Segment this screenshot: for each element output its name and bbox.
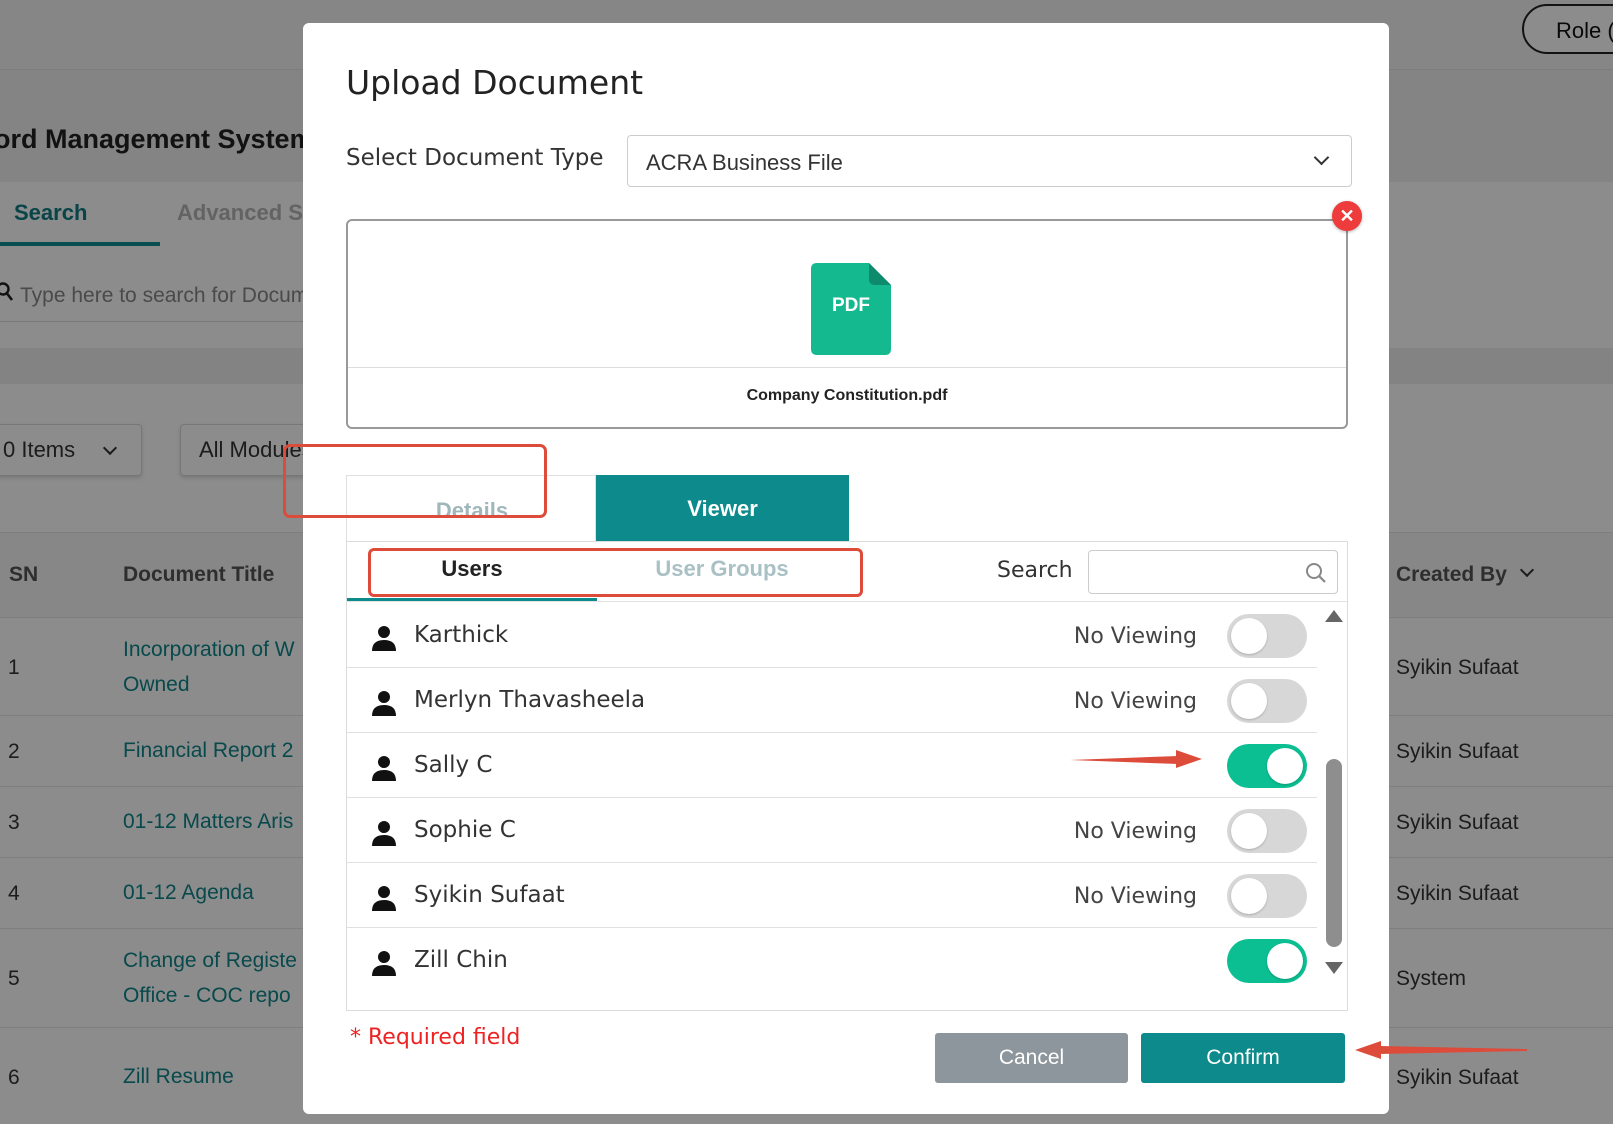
scroll-up-arrow-icon[interactable] (1325, 610, 1343, 622)
user-icon (372, 821, 396, 846)
user-list-scrollbar[interactable] (1319, 604, 1347, 984)
viewing-status: No Viewing (1073, 689, 1197, 714)
search-label: Search (997, 558, 1073, 583)
active-sub-tab-underline (347, 598, 597, 601)
user-icon (372, 951, 396, 976)
pdf-icon-label: PDF (832, 295, 870, 316)
toggle-knob (1231, 813, 1267, 849)
list-item: Zill Chin (347, 928, 1317, 993)
user-name: Zill Chin (414, 947, 508, 973)
user-name: Merlyn Thavasheela (414, 687, 646, 713)
uploaded-file-card: PDF Company Constitution.pdf (346, 219, 1348, 429)
document-type-select[interactable]: ACRA Business File (627, 135, 1352, 187)
pdf-file-icon: PDF (811, 263, 891, 355)
list-item: Karthick No Viewing (347, 603, 1317, 668)
modal-title: Upload Document (346, 63, 644, 102)
tab-viewer-label: Viewer (687, 496, 758, 521)
user-list: Karthick No Viewing Merlyn Thavasheela N… (347, 603, 1317, 996)
toggle-knob (1231, 618, 1267, 654)
user-search-input[interactable] (1088, 550, 1338, 594)
user-name: Sophie C (414, 817, 516, 843)
user-icon (372, 886, 396, 911)
list-item: Syikin Sufaat No Viewing (347, 863, 1317, 928)
annotation-highlight-sub-tabs (368, 548, 863, 597)
user-icon (372, 756, 396, 781)
annotation-highlight-viewer-tab (283, 444, 547, 518)
scrollbar-thumb[interactable] (1326, 759, 1342, 947)
file-name: Company Constitution.pdf (746, 387, 948, 404)
document-type-value: ACRA Business File (646, 150, 843, 175)
toggle-knob (1231, 878, 1267, 914)
confirm-button[interactable]: Confirm (1141, 1033, 1345, 1083)
user-name: Syikin Sufaat (414, 882, 565, 908)
user-icon (372, 691, 396, 716)
viewer-toggle[interactable] (1227, 679, 1307, 723)
user-name: Sally C (414, 752, 493, 778)
toggle-knob (1267, 943, 1303, 979)
tab-viewer[interactable]: Viewer (596, 475, 849, 541)
divider (348, 367, 1346, 368)
viewer-toggle[interactable] (1227, 874, 1307, 918)
viewer-panel: Users User Groups Search Karthick No Vie… (346, 541, 1348, 1011)
document-type-label: Select Document Type (346, 145, 604, 171)
viewing-status: No Viewing (1073, 884, 1197, 909)
viewer-toggle[interactable] (1227, 809, 1307, 853)
annotation-arrow-right-icon (1070, 750, 1202, 768)
toggle-knob (1267, 748, 1303, 784)
chevron-down-icon (1313, 149, 1330, 166)
viewing-status: No Viewing (1073, 819, 1197, 844)
required-field-note: * Required field (350, 1025, 521, 1050)
viewer-toggle[interactable] (1227, 744, 1307, 788)
user-name: Karthick (414, 622, 509, 648)
cancel-button[interactable]: Cancel (935, 1033, 1128, 1083)
list-item: Sophie C No Viewing (347, 798, 1317, 863)
scroll-down-arrow-icon[interactable] (1325, 962, 1343, 974)
annotation-arrow-left-icon (1355, 1041, 1527, 1059)
user-icon (372, 626, 396, 651)
viewing-status: No Viewing (1073, 624, 1197, 649)
remove-file-icon[interactable]: ✕ (1332, 201, 1362, 231)
viewer-toggle[interactable] (1227, 939, 1307, 983)
search-icon (1306, 563, 1326, 583)
list-item: Merlyn Thavasheela No Viewing (347, 668, 1317, 733)
viewer-toggle[interactable] (1227, 614, 1307, 658)
toggle-knob (1231, 683, 1267, 719)
